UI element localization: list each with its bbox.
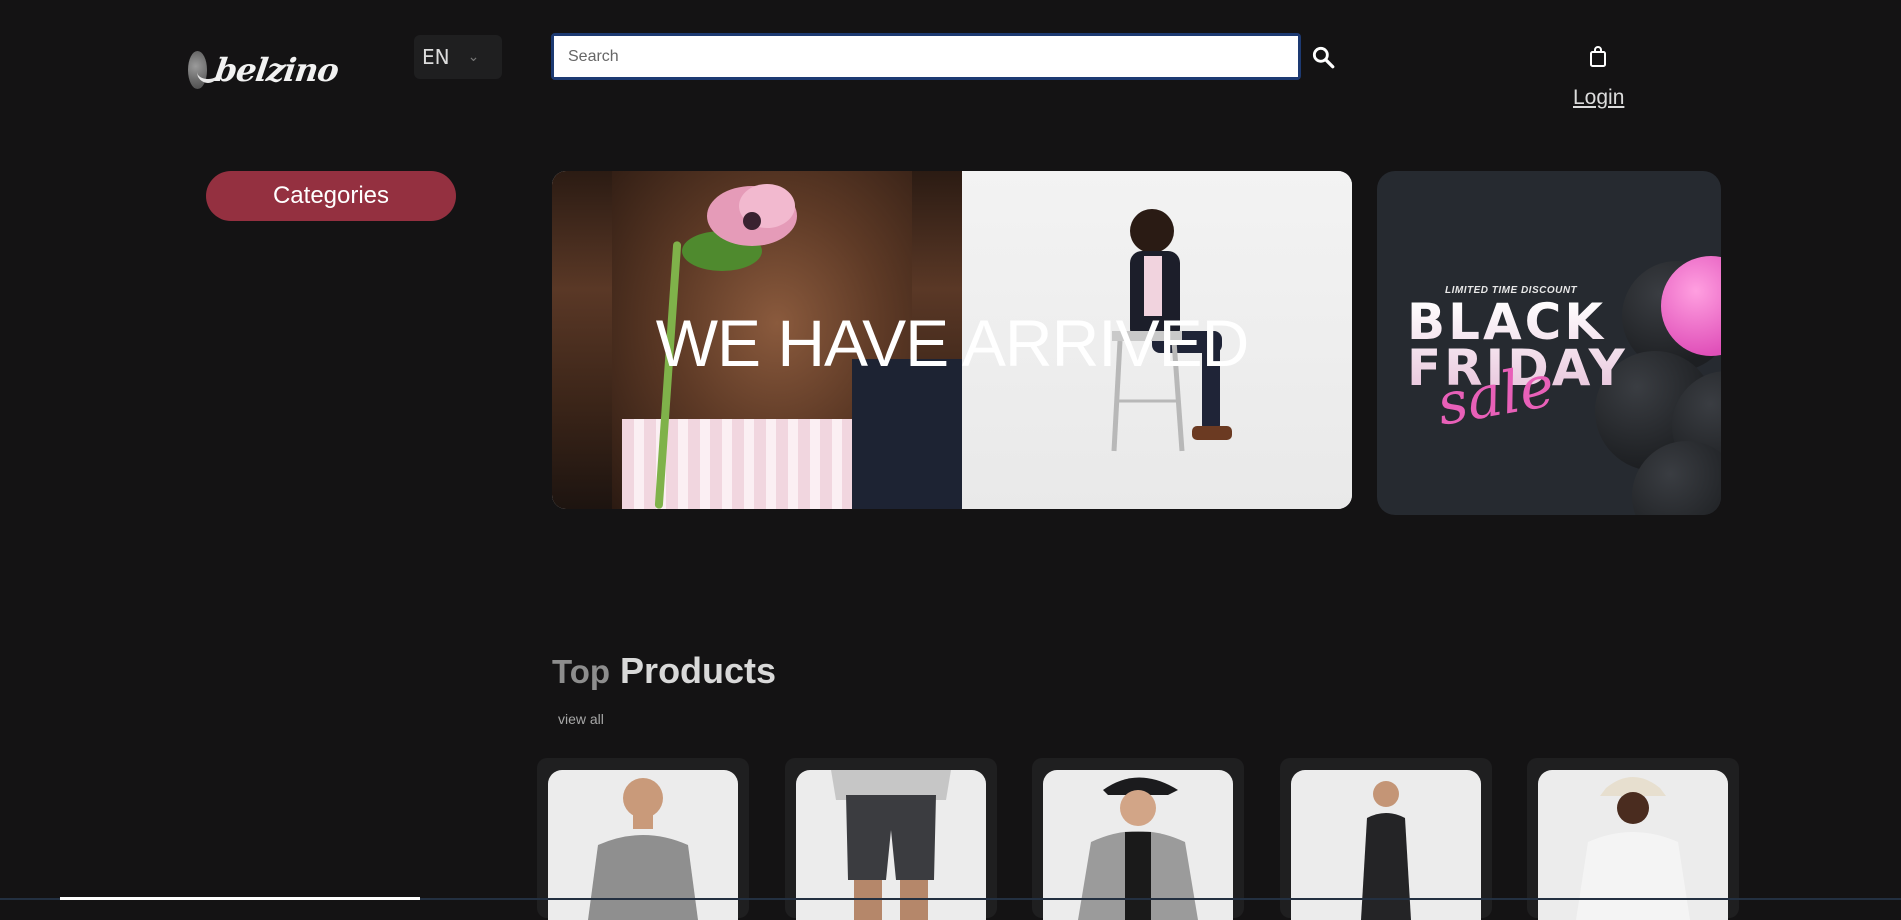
section-title: Top Products [552,650,776,692]
product-card[interactable] [1032,758,1244,920]
product-card[interactable] [537,758,749,920]
search-input[interactable] [554,36,1298,77]
language-value: EN [422,45,450,69]
categories-button[interactable]: Categories [206,171,456,221]
search-icon[interactable] [1310,44,1336,70]
product-card[interactable] [1527,758,1739,920]
language-select[interactable]: EN ⌄ [414,35,502,79]
shopping-bag-icon[interactable] [1588,46,1608,68]
brand-logo[interactable]: belzino [188,48,341,92]
hero-banner[interactable]: WE HAVE ARRIVED [552,171,1352,509]
search-box [551,33,1301,80]
product-card[interactable] [1280,758,1492,920]
logo-mark-icon [188,51,220,89]
hero-title: WE HAVE ARRIVED [655,306,1250,380]
product-card[interactable] [785,758,997,920]
login-link[interactable]: Login [1573,86,1624,110]
logo-text: belzino [212,51,341,89]
chevron-down-icon: ⌄ [467,49,480,65]
section-title-light: Top [552,653,611,690]
section-title-bold: Products [620,650,777,691]
flower-graphic [682,184,797,271]
black-friday-promo[interactable]: LIMITED TIME DISCOUNT BLACK FRIDAY sale [1377,171,1721,515]
view-all-link[interactable]: view all [558,711,604,727]
